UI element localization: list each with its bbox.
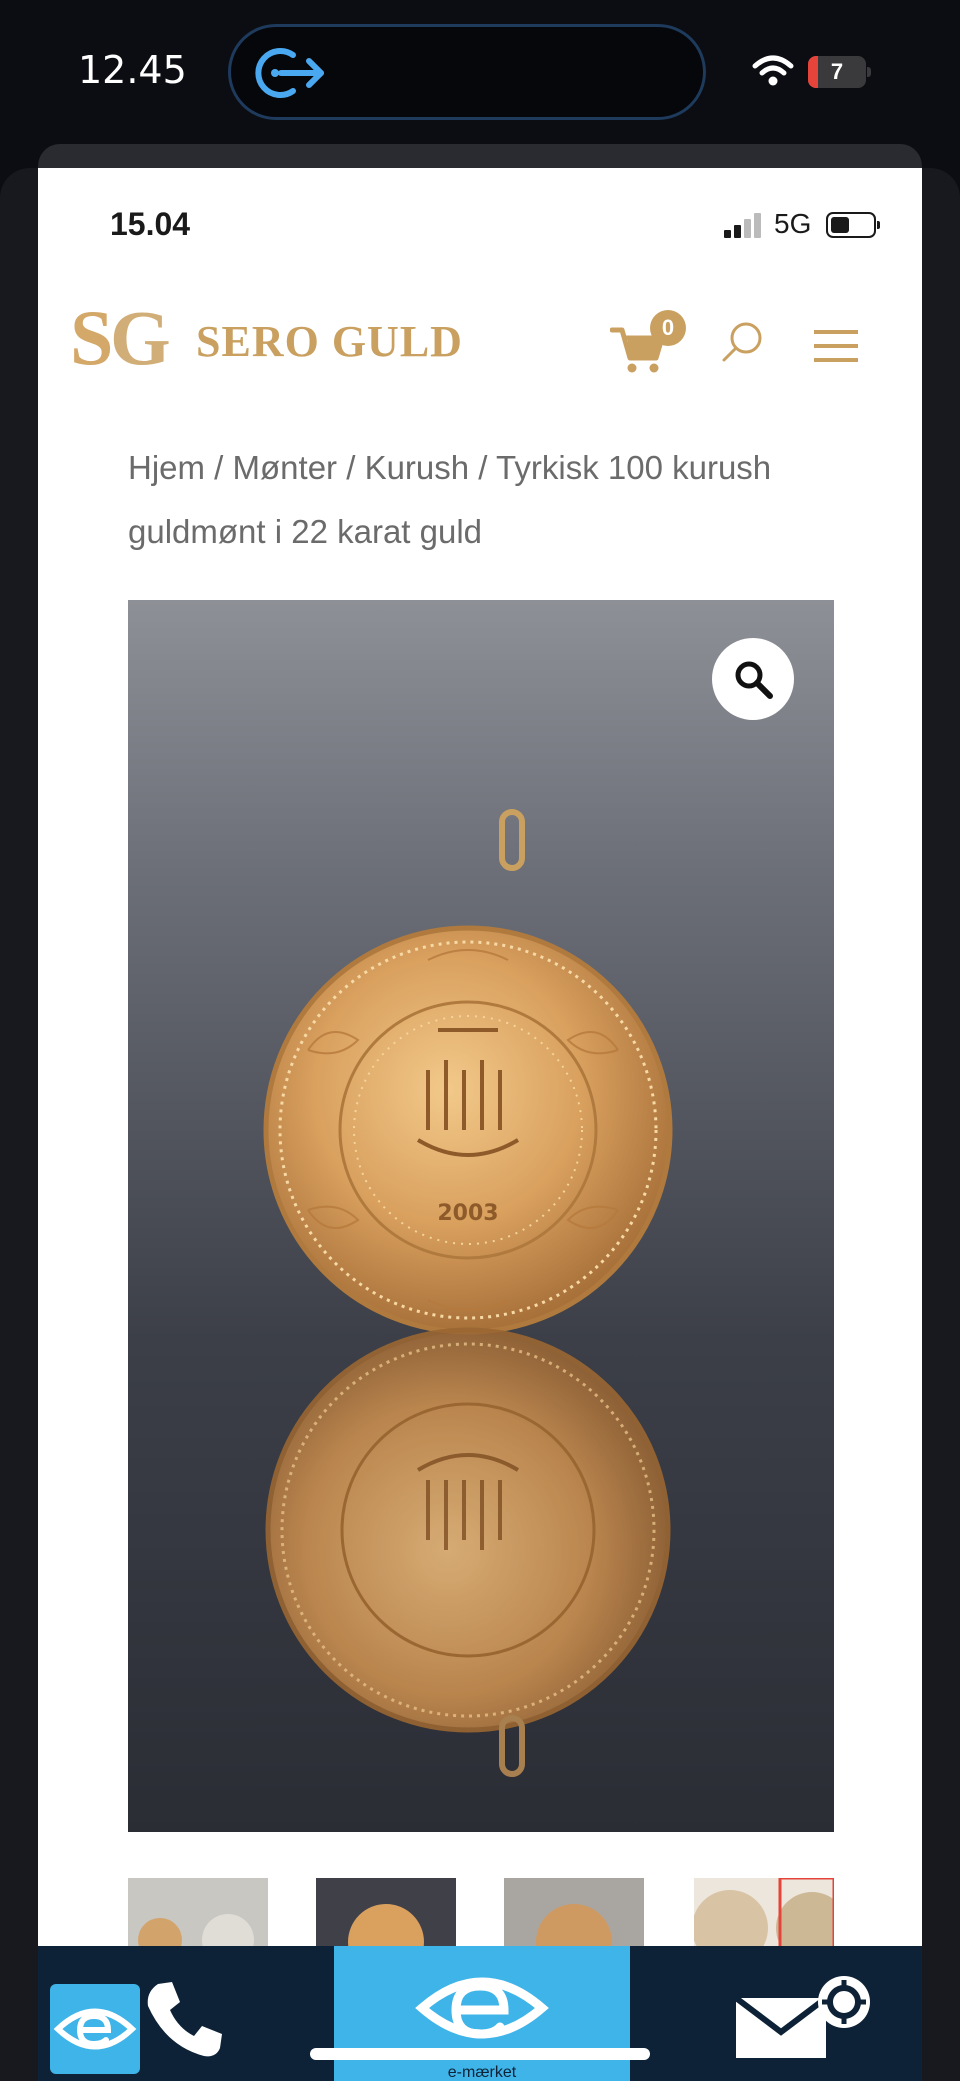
wifi-icon <box>752 55 794 86</box>
breadcrumb-home[interactable]: Hjem <box>128 449 205 486</box>
cart-button[interactable]: 0 <box>610 308 686 373</box>
cellular-signal-icon <box>724 210 766 238</box>
outer-clock: 12.45 <box>78 48 187 92</box>
phone-button[interactable] <box>140 1974 230 2064</box>
breadcrumb-separator: / <box>337 449 365 486</box>
network-type: 5G <box>774 208 812 239</box>
outer-status-bar: 12.45 7 <box>0 0 960 140</box>
hamburger-menu-icon[interactable] <box>812 326 860 366</box>
gold-coin-image: 2003 <box>263 809 673 1777</box>
logo-text[interactable]: SERO GULD <box>196 316 463 367</box>
magnifier-icon <box>735 661 773 699</box>
site-header: S G SERO GULD 0 <box>38 288 922 428</box>
breadcrumb-coins[interactable]: Mønter <box>233 449 338 486</box>
cart-count-badge: 0 <box>650 310 686 346</box>
home-indicator[interactable] <box>310 2048 650 2060</box>
e-mark-center-button[interactable]: e-mærket <box>334 1946 630 2081</box>
phone-icon <box>147 1982 222 2057</box>
breadcrumb-separator: / <box>205 449 233 486</box>
breadcrumb-separator: / <box>469 449 497 486</box>
inner-clock: 15.04 <box>110 206 191 242</box>
inner-screenshot: 15.04 5G S G SERO GULD 0 Hjem / Mønter /… <box>38 168 922 2081</box>
share-arrow-icon <box>255 48 324 98</box>
e-mark-button[interactable] <box>50 1984 140 2074</box>
zoom-button[interactable] <box>712 638 794 720</box>
inner-status-bar: 15.04 5G <box>38 168 922 258</box>
dynamic-island[interactable] <box>228 24 706 120</box>
product-image[interactable]: 2003 <box>128 600 834 1832</box>
bottom-toolbar: e-mærket <box>38 1946 922 2081</box>
e-mark-label: e-mærket <box>447 2064 517 2081</box>
search-icon[interactable] <box>720 320 764 364</box>
e-mark-icon <box>53 2008 137 2050</box>
svg-text:S: S <box>70 298 113 378</box>
logo-mark-icon[interactable]: S G <box>70 298 180 378</box>
coin-year: 2003 <box>437 1201 498 1226</box>
battery-indicator: 7 <box>808 56 871 88</box>
breadcrumb-kurush[interactable]: Kurush <box>365 449 470 486</box>
battery-icon <box>826 212 880 238</box>
svg-text:G: G <box>110 298 171 378</box>
breadcrumb: Hjem / Mønter / Kurush / Tyrkisk 100 kur… <box>128 436 868 564</box>
mail-settings-icon[interactable] <box>726 1968 876 2068</box>
